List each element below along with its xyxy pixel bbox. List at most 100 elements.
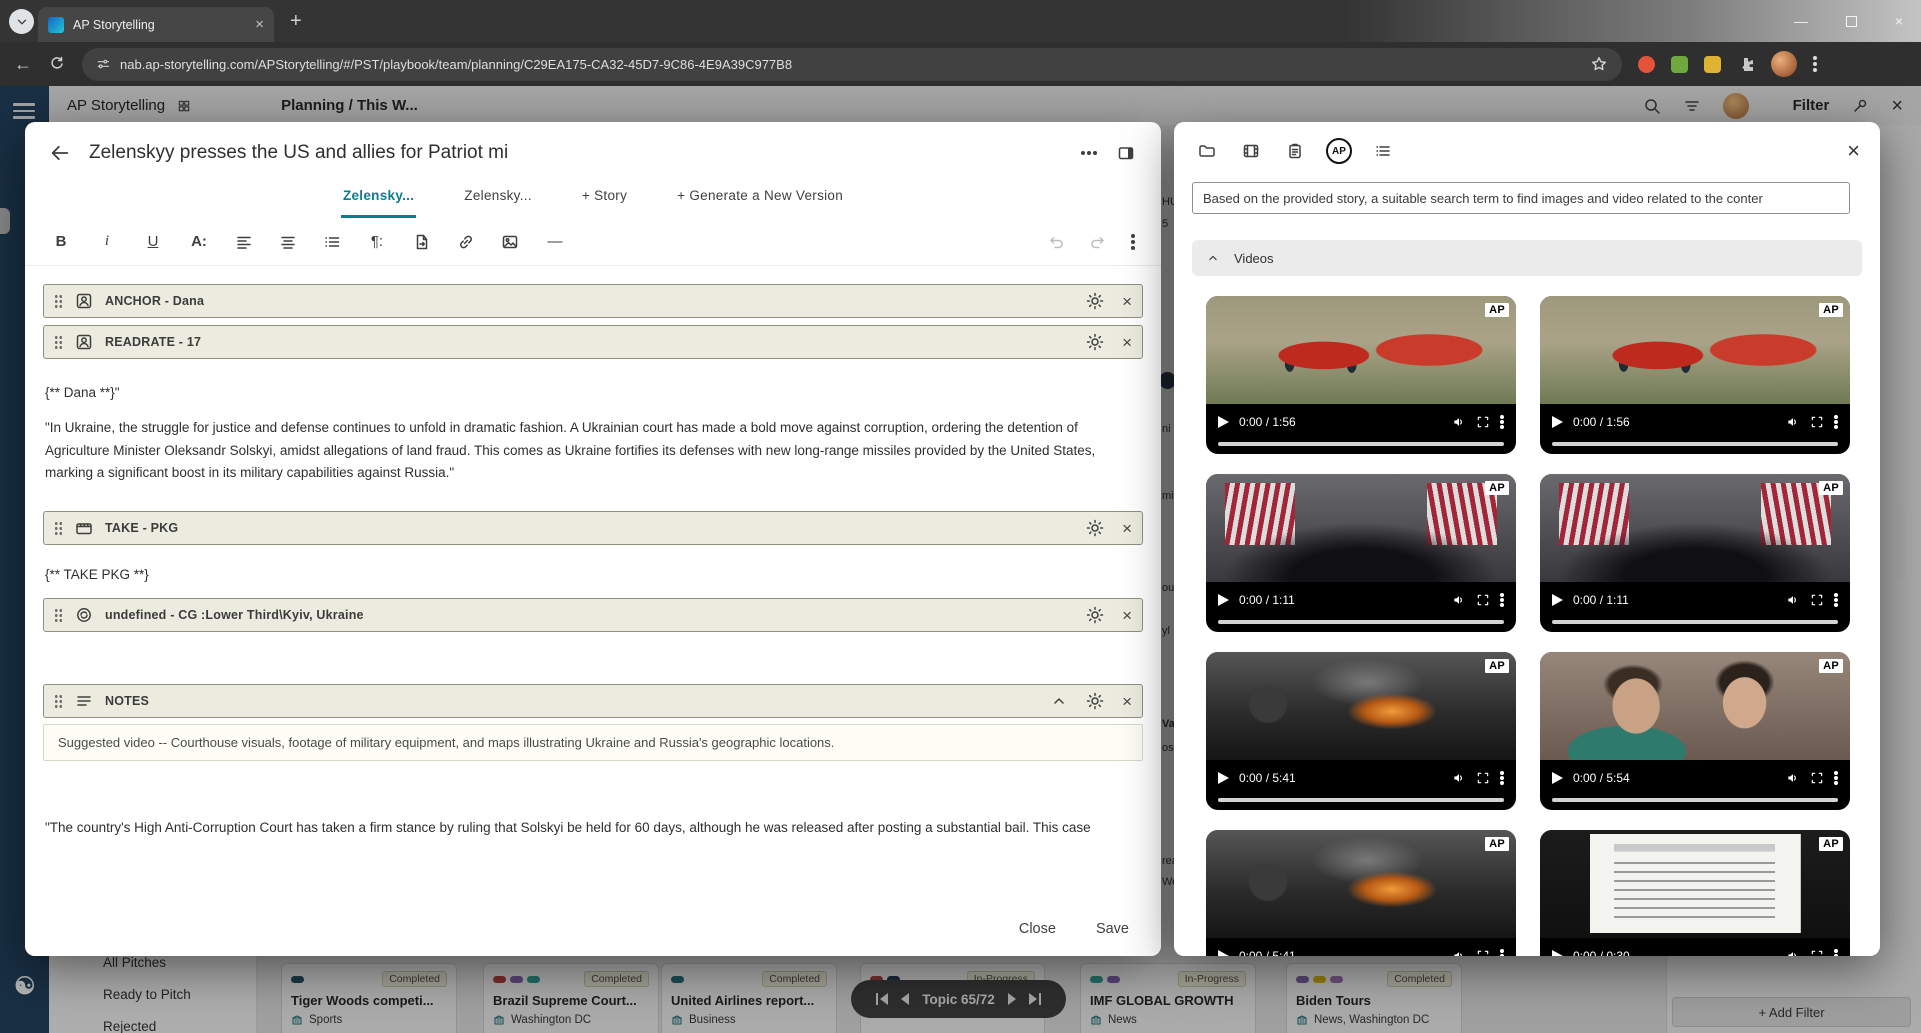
browser-tab[interactable]: AP Storytelling × xyxy=(38,7,274,42)
cue-text[interactable]: {** Dana **}" xyxy=(45,385,1143,400)
gear-icon[interactable] xyxy=(1086,606,1104,624)
refresh-icon[interactable] xyxy=(48,55,66,73)
volume-icon[interactable] xyxy=(1786,771,1800,785)
video-thumbnail[interactable]: AP xyxy=(1540,830,1850,938)
paragraph-mark-icon[interactable]: ¶: xyxy=(367,231,387,253)
bookmark-star-icon[interactable] xyxy=(1590,55,1608,73)
gear-icon[interactable] xyxy=(1086,292,1104,310)
window-maximize-button[interactable] xyxy=(1845,15,1857,27)
video-progress-bar[interactable] xyxy=(1218,442,1504,446)
back-icon[interactable]: ← xyxy=(14,54,32,75)
play-icon[interactable] xyxy=(1552,594,1563,606)
url-field[interactable]: nab.ap-storytelling.com/APStorytelling/#… xyxy=(82,47,1622,81)
ap-source-icon[interactable]: AP xyxy=(1326,138,1352,164)
close-icon[interactable]: × xyxy=(1847,140,1860,162)
play-icon[interactable] xyxy=(1218,772,1229,784)
video-result[interactable]: AP 0:00 / 1:56 xyxy=(1540,296,1850,454)
readrate-block[interactable]: READRATE - 17 × xyxy=(43,325,1143,359)
tab-version-1[interactable]: Zelensky... xyxy=(340,176,417,218)
video-thumbnail[interactable]: AP xyxy=(1540,652,1850,760)
video-result[interactable]: AP 0:00 / 5:41 xyxy=(1206,830,1516,956)
script-editor-body[interactable]: ANCHOR - Dana × READRATE - 17 × {** Dana… xyxy=(25,266,1161,840)
volume-icon[interactable] xyxy=(1786,415,1800,429)
align-center-icon[interactable] xyxy=(279,233,297,251)
cg-block[interactable]: undefined - CG :Lower Third\Kyiv, Ukrain… xyxy=(43,598,1143,633)
video-progress-bar[interactable] xyxy=(1552,442,1838,446)
align-left-icon[interactable] xyxy=(235,233,253,251)
fullscreen-icon[interactable] xyxy=(1476,415,1490,429)
fullscreen-icon[interactable] xyxy=(1810,593,1824,607)
window-close-button[interactable]: × xyxy=(1895,13,1903,29)
page-scrollbar[interactable] xyxy=(1897,505,1906,579)
play-icon[interactable] xyxy=(1218,416,1229,428)
extension-icon[interactable] xyxy=(1671,55,1688,73)
gear-icon[interactable] xyxy=(1086,692,1104,710)
media-search-input[interactable] xyxy=(1192,182,1850,214)
video-result[interactable]: AP 0:00 / 5:54 xyxy=(1540,652,1850,810)
remove-block-icon[interactable]: × xyxy=(1122,607,1132,624)
fullscreen-icon[interactable] xyxy=(1476,771,1490,785)
list-view-icon[interactable] xyxy=(1370,138,1396,164)
play-icon[interactable] xyxy=(1552,772,1563,784)
video-options-icon[interactable] xyxy=(1834,954,1838,956)
video-options-icon[interactable] xyxy=(1500,420,1504,424)
insert-template-icon[interactable] xyxy=(413,233,431,251)
script-paragraph[interactable]: "In Ukraine, the struggle for justice an… xyxy=(45,417,1137,485)
volume-icon[interactable] xyxy=(1452,771,1466,785)
notes-content[interactable]: Suggested video -- Courthouse visuals, f… xyxy=(43,724,1143,762)
drag-handle-icon[interactable] xyxy=(54,693,63,709)
fullscreen-icon[interactable] xyxy=(1476,949,1490,956)
take-block[interactable]: TAKE - PKG × xyxy=(43,511,1143,546)
remove-block-icon[interactable]: × xyxy=(1122,520,1132,537)
image-icon[interactable] xyxy=(501,233,519,251)
play-icon[interactable] xyxy=(1218,594,1229,606)
drag-handle-icon[interactable] xyxy=(54,334,63,350)
link-icon[interactable] xyxy=(457,233,475,251)
italic-icon[interactable]: i xyxy=(97,231,117,253)
drag-handle-icon[interactable] xyxy=(54,293,63,309)
cue-text[interactable]: {** TAKE PKG **} xyxy=(45,567,1143,582)
film-strip-icon[interactable] xyxy=(1238,138,1264,164)
video-progress-bar[interactable] xyxy=(1218,798,1504,802)
folder-icon[interactable] xyxy=(1194,138,1220,164)
fullscreen-icon[interactable] xyxy=(1810,949,1824,956)
more-options-icon[interactable] xyxy=(1087,151,1091,155)
video-result[interactable]: AP 0:00 / 0:30 xyxy=(1540,830,1850,956)
new-tab-button[interactable]: + xyxy=(290,9,302,33)
drag-handle-icon[interactable] xyxy=(54,607,63,623)
video-options-icon[interactable] xyxy=(1500,776,1504,780)
video-progress-bar[interactable] xyxy=(1552,798,1838,802)
close-button[interactable]: Close xyxy=(1019,921,1056,937)
fullscreen-icon[interactable] xyxy=(1810,415,1824,429)
video-thumbnail[interactable]: AP xyxy=(1540,296,1850,404)
notes-block[interactable]: NOTES × xyxy=(43,684,1143,719)
videos-section-header[interactable]: Videos xyxy=(1192,240,1862,276)
undo-icon[interactable] xyxy=(1047,233,1065,251)
play-icon[interactable] xyxy=(1218,950,1229,956)
volume-icon[interactable] xyxy=(1452,593,1466,607)
clipboard-icon[interactable] xyxy=(1282,138,1308,164)
extension-icon[interactable] xyxy=(1704,55,1721,73)
tab-search-button[interactable] xyxy=(9,9,34,34)
site-settings-icon[interactable] xyxy=(96,57,110,71)
video-result[interactable]: AP 0:00 / 5:41 xyxy=(1206,652,1516,810)
volume-icon[interactable] xyxy=(1786,949,1800,956)
tab-version-2[interactable]: Zelensky... xyxy=(462,176,534,218)
redo-icon[interactable] xyxy=(1089,233,1107,251)
video-thumbnail[interactable]: AP xyxy=(1206,474,1516,582)
collapse-chevron-icon[interactable] xyxy=(1050,692,1068,710)
remove-block-icon[interactable]: × xyxy=(1122,293,1132,310)
script-paragraph[interactable]: "The country's High Anti-Corruption Cour… xyxy=(45,817,1137,840)
underline-icon[interactable]: U xyxy=(143,231,163,253)
video-result[interactable]: AP 0:00 / 1:11 xyxy=(1206,474,1516,632)
video-thumbnail[interactable]: AP xyxy=(1540,474,1850,582)
drag-handle-icon[interactable] xyxy=(54,520,63,536)
video-result[interactable]: AP 0:00 / 1:11 xyxy=(1540,474,1850,632)
volume-icon[interactable] xyxy=(1786,593,1800,607)
remove-block-icon[interactable]: × xyxy=(1122,334,1132,351)
save-button[interactable]: Save xyxy=(1096,921,1129,937)
tab-close-icon[interactable]: × xyxy=(255,17,264,32)
tab-add-story[interactable]: + Story xyxy=(580,176,629,218)
side-panel-toggle-icon[interactable] xyxy=(1117,144,1135,162)
fullscreen-icon[interactable] xyxy=(1810,771,1824,785)
